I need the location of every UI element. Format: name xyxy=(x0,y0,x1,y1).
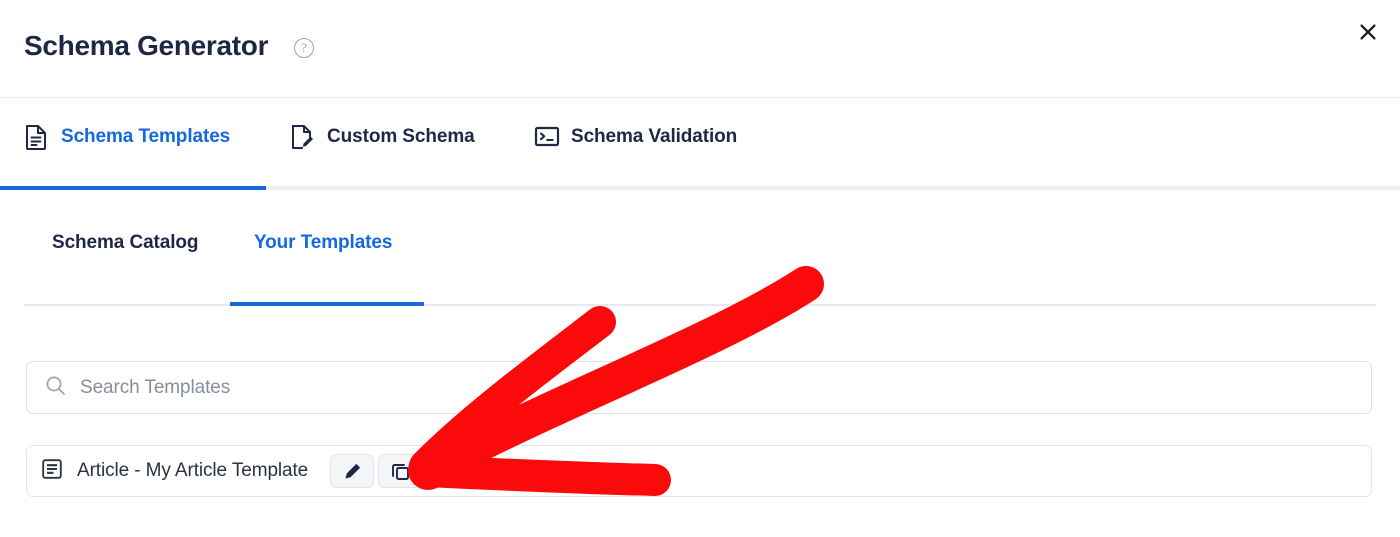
article-icon xyxy=(41,458,63,485)
template-row-actions xyxy=(330,454,423,488)
document-lines-icon xyxy=(24,124,48,150)
document-pencil-icon xyxy=(290,124,314,150)
edit-template-button[interactable] xyxy=(330,454,375,488)
tab-schema-templates[interactable]: Schema Templates xyxy=(24,124,230,150)
tab-custom-schema[interactable]: Custom Schema xyxy=(290,124,475,150)
subtab-track xyxy=(24,304,1376,306)
page-title: Schema Generator xyxy=(24,30,269,61)
subtab-active-indicator xyxy=(230,302,424,306)
search-templates-box[interactable] xyxy=(26,361,1372,414)
main-tabbar: Schema Templates Custom Schema Schema Va… xyxy=(0,98,1400,190)
tabbar-active-indicator xyxy=(0,186,266,190)
tab-schema-validation[interactable]: Schema Validation xyxy=(534,124,737,150)
tab-label: Schema Templates xyxy=(61,126,231,147)
template-list-item[interactable]: Article - My Article Template xyxy=(26,445,1372,497)
help-circle-icon[interactable]: ? xyxy=(294,38,314,58)
schema-generator-dialog: Schema Generator ? Schema Templates Cust… xyxy=(0,0,1400,537)
dialog-header: Schema Generator ? xyxy=(0,0,1400,97)
terminal-icon xyxy=(534,124,560,150)
sub-tabbar: Schema Catalog Your Templates xyxy=(0,232,1400,307)
close-icon[interactable] xyxy=(1352,16,1384,48)
secondary-template-button[interactable] xyxy=(378,454,423,488)
tab-label: Custom Schema xyxy=(327,126,475,147)
tab-label: Schema Validation xyxy=(571,126,738,147)
subtab-your-templates[interactable]: Your Templates xyxy=(254,232,392,254)
subtab-schema-catalog[interactable]: Schema Catalog xyxy=(52,232,199,254)
search-icon xyxy=(45,375,66,401)
template-name: Article - My Article Template xyxy=(77,460,309,481)
search-input[interactable] xyxy=(80,362,1353,413)
